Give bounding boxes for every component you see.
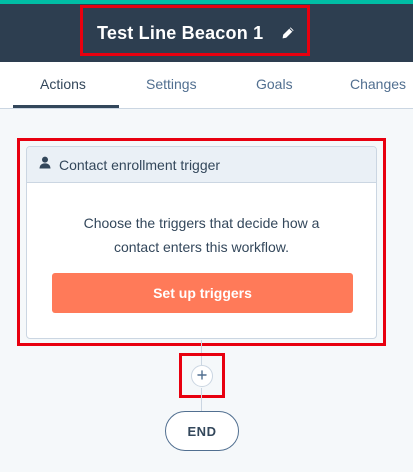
tab-settings[interactable]: Settings bbox=[146, 62, 197, 108]
tab-changes[interactable]: Changes bbox=[350, 62, 406, 108]
workflow-tabs: Actions Settings Goals Changes bbox=[0, 62, 413, 109]
trigger-card-description: Choose the triggers that decide how a co… bbox=[47, 211, 356, 259]
trigger-card-header: Contact enrollment trigger bbox=[27, 147, 376, 183]
description-line-2: contact enters this workflow. bbox=[113, 239, 290, 255]
description-line-1: Choose the triggers that decide how a bbox=[83, 215, 320, 231]
set-up-triggers-button[interactable]: Set up triggers bbox=[52, 273, 353, 313]
plus-icon bbox=[197, 367, 207, 385]
active-tab-indicator bbox=[13, 105, 119, 108]
trigger-card-title: Contact enrollment trigger bbox=[59, 156, 221, 173]
workflow-title[interactable]: Test Line Beacon 1 bbox=[97, 23, 263, 44]
connector-line-top bbox=[201, 340, 202, 365]
workflow-header: Test Line Beacon 1 bbox=[0, 0, 413, 62]
pencil-icon[interactable] bbox=[279, 24, 297, 42]
enrollment-trigger-card[interactable]: Contact enrollment trigger Choose the tr… bbox=[26, 146, 377, 339]
tab-goals[interactable]: Goals bbox=[256, 62, 293, 108]
workflow-title-group: Test Line Beacon 1 bbox=[97, 20, 297, 46]
tab-actions[interactable]: Actions bbox=[40, 62, 86, 108]
connector-line-bottom bbox=[201, 388, 202, 411]
add-action-button[interactable] bbox=[191, 365, 213, 387]
header-accent-bar bbox=[0, 0, 413, 4]
contact-person-icon bbox=[39, 156, 51, 174]
end-node: END bbox=[165, 411, 239, 451]
